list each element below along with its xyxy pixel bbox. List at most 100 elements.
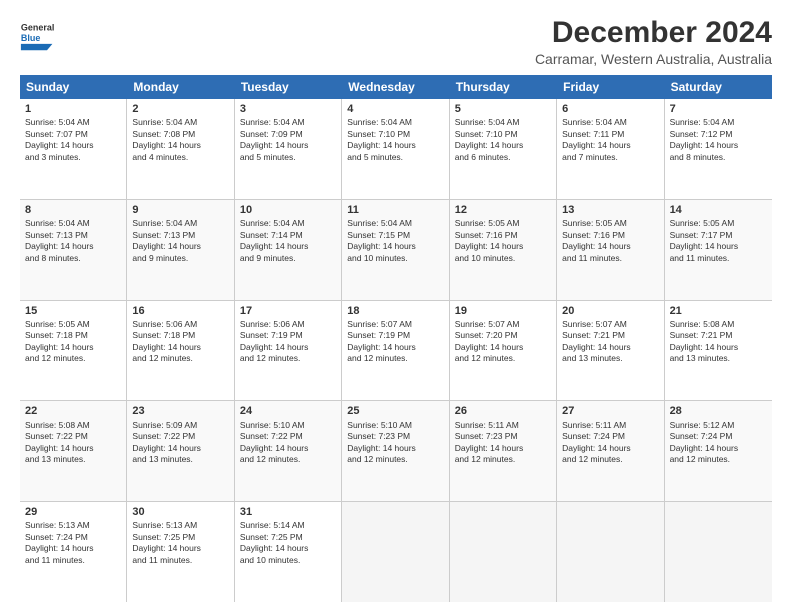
calendar-cell: 28 Sunrise: 5:12 AM Sunset: 7:24 PM Dayli… bbox=[665, 401, 772, 501]
day-number: 1 bbox=[25, 102, 121, 116]
cell-info: Sunrise: 5:04 AM Sunset: 7:10 PM Dayligh… bbox=[455, 117, 551, 163]
day-number: 5 bbox=[455, 102, 551, 116]
cell-info: Sunrise: 5:10 AM Sunset: 7:23 PM Dayligh… bbox=[347, 420, 443, 466]
header-monday: Monday bbox=[127, 75, 234, 99]
day-number: 26 bbox=[455, 404, 551, 418]
calendar-cell: 25 Sunrise: 5:10 AM Sunset: 7:23 PM Dayli… bbox=[342, 401, 449, 501]
header-saturday: Saturday bbox=[665, 75, 772, 99]
cell-info: Sunrise: 5:11 AM Sunset: 7:23 PM Dayligh… bbox=[455, 420, 551, 466]
cell-info: Sunrise: 5:04 AM Sunset: 7:07 PM Dayligh… bbox=[25, 117, 121, 163]
calendar-cell: 16Sunrise: 5:06 AM Sunset: 7:18 PM Dayli… bbox=[127, 301, 234, 401]
calendar-cell bbox=[665, 502, 772, 602]
day-number: 29 bbox=[25, 505, 121, 519]
cell-info: Sunrise: 5:05 AM Sunset: 7:16 PM Dayligh… bbox=[562, 218, 658, 264]
calendar-cell: 9Sunrise: 5:04 AM Sunset: 7:13 PM Daylig… bbox=[127, 200, 234, 300]
cell-info: Sunrise: 5:13 AM Sunset: 7:25 PM Dayligh… bbox=[132, 520, 228, 566]
calendar-cell: 31Sunrise: 5:14 AM Sunset: 7:25 PM Dayli… bbox=[235, 502, 342, 602]
day-number: 3 bbox=[240, 102, 336, 116]
day-number: 7 bbox=[670, 102, 767, 116]
calendar-cell: 22Sunrise: 5:08 AM Sunset: 7:22 PM Dayli… bbox=[20, 401, 127, 501]
calendar-cell: 10Sunrise: 5:04 AM Sunset: 7:14 PM Dayli… bbox=[235, 200, 342, 300]
day-number: 28 bbox=[670, 404, 767, 418]
logo: General Blue bbox=[20, 16, 56, 52]
header-sunday: Sunday bbox=[20, 75, 127, 99]
day-number: 12 bbox=[455, 203, 551, 217]
cell-info: Sunrise: 5:05 AM Sunset: 7:17 PM Dayligh… bbox=[670, 218, 767, 264]
calendar-cell: 23 Sunrise: 5:09 AM Sunset: 7:22 PM Dayli… bbox=[127, 401, 234, 501]
calendar-cell: 1Sunrise: 5:04 AM Sunset: 7:07 PM Daylig… bbox=[20, 99, 127, 199]
calendar-cell: 24 Sunrise: 5:10 AM Sunset: 7:22 PM Dayli… bbox=[235, 401, 342, 501]
svg-text:Blue: Blue bbox=[21, 33, 41, 43]
day-number: 19 bbox=[455, 304, 551, 318]
day-number: 2 bbox=[132, 102, 228, 116]
day-number: 30 bbox=[132, 505, 228, 519]
calendar-cell: 26 Sunrise: 5:11 AM Sunset: 7:23 PM Dayli… bbox=[450, 401, 557, 501]
calendar-row-1: 1Sunrise: 5:04 AM Sunset: 7:07 PM Daylig… bbox=[20, 99, 772, 200]
cell-info: Sunrise: 5:04 AM Sunset: 7:12 PM Dayligh… bbox=[670, 117, 767, 163]
header-tuesday: Tuesday bbox=[235, 75, 342, 99]
calendar-row-2: 8Sunrise: 5:04 AM Sunset: 7:13 PM Daylig… bbox=[20, 200, 772, 301]
calendar-cell: 29Sunrise: 5:13 AM Sunset: 7:24 PM Dayli… bbox=[20, 502, 127, 602]
calendar-cell: 8Sunrise: 5:04 AM Sunset: 7:13 PM Daylig… bbox=[20, 200, 127, 300]
cell-info: Sunrise: 5:05 AM Sunset: 7:18 PM Dayligh… bbox=[25, 319, 121, 365]
day-number: 27 bbox=[562, 404, 658, 418]
header: General Blue December 2024 Carramar, Wes… bbox=[20, 16, 772, 67]
calendar-cell: 20Sunrise: 5:07 AM Sunset: 7:21 PM Dayli… bbox=[557, 301, 664, 401]
cell-info: Sunrise: 5:04 AM Sunset: 7:14 PM Dayligh… bbox=[240, 218, 336, 264]
day-number: 8 bbox=[25, 203, 121, 217]
header-wednesday: Wednesday bbox=[342, 75, 449, 99]
calendar-cell: 2Sunrise: 5:04 AM Sunset: 7:08 PM Daylig… bbox=[127, 99, 234, 199]
main-title: December 2024 bbox=[535, 16, 772, 49]
cell-info: Sunrise: 5:04 AM Sunset: 7:08 PM Dayligh… bbox=[132, 117, 228, 163]
header-thursday: Thursday bbox=[450, 75, 557, 99]
calendar-cell: 18Sunrise: 5:07 AM Sunset: 7:19 PM Dayli… bbox=[342, 301, 449, 401]
calendar-cell: 7Sunrise: 5:04 AM Sunset: 7:12 PM Daylig… bbox=[665, 99, 772, 199]
cell-info: Sunrise: 5:04 AM Sunset: 7:10 PM Dayligh… bbox=[347, 117, 443, 163]
day-number: 18 bbox=[347, 304, 443, 318]
cell-info: Sunrise: 5:12 AM Sunset: 7:24 PM Dayligh… bbox=[670, 420, 767, 466]
day-number: 23 bbox=[132, 404, 228, 418]
page: General Blue December 2024 Carramar, Wes… bbox=[0, 0, 792, 612]
day-number: 25 bbox=[347, 404, 443, 418]
calendar-cell: 5Sunrise: 5:04 AM Sunset: 7:10 PM Daylig… bbox=[450, 99, 557, 199]
calendar-header: SundayMondayTuesdayWednesdayThursdayFrid… bbox=[20, 75, 772, 99]
calendar-row-4: 22Sunrise: 5:08 AM Sunset: 7:22 PM Dayli… bbox=[20, 401, 772, 502]
cell-info: Sunrise: 5:06 AM Sunset: 7:19 PM Dayligh… bbox=[240, 319, 336, 365]
cell-info: Sunrise: 5:04 AM Sunset: 7:15 PM Dayligh… bbox=[347, 218, 443, 264]
logo-icon: General Blue bbox=[20, 16, 56, 52]
calendar: SundayMondayTuesdayWednesdayThursdayFrid… bbox=[20, 75, 772, 602]
calendar-cell: 27Sunrise: 5:11 AM Sunset: 7:24 PM Dayli… bbox=[557, 401, 664, 501]
cell-info: Sunrise: 5:04 AM Sunset: 7:13 PM Dayligh… bbox=[132, 218, 228, 264]
day-number: 13 bbox=[562, 203, 658, 217]
cell-info: Sunrise: 5:14 AM Sunset: 7:25 PM Dayligh… bbox=[240, 520, 336, 566]
cell-info: Sunrise: 5:13 AM Sunset: 7:24 PM Dayligh… bbox=[25, 520, 121, 566]
cell-info: Sunrise: 5:05 AM Sunset: 7:16 PM Dayligh… bbox=[455, 218, 551, 264]
day-number: 20 bbox=[562, 304, 658, 318]
cell-info: Sunrise: 5:04 AM Sunset: 7:09 PM Dayligh… bbox=[240, 117, 336, 163]
day-number: 11 bbox=[347, 203, 443, 217]
cell-info: Sunrise: 5:06 AM Sunset: 7:18 PM Dayligh… bbox=[132, 319, 228, 365]
day-number: 31 bbox=[240, 505, 336, 519]
day-number: 16 bbox=[132, 304, 228, 318]
day-number: 22 bbox=[25, 404, 121, 418]
cell-info: Sunrise: 5:04 AM Sunset: 7:11 PM Dayligh… bbox=[562, 117, 658, 163]
cell-info: Sunrise: 5:10 AM Sunset: 7:22 PM Dayligh… bbox=[240, 420, 336, 466]
calendar-cell: 12Sunrise: 5:05 AM Sunset: 7:16 PM Dayli… bbox=[450, 200, 557, 300]
cell-info: Sunrise: 5:09 AM Sunset: 7:22 PM Dayligh… bbox=[132, 420, 228, 466]
cell-info: Sunrise: 5:04 AM Sunset: 7:13 PM Dayligh… bbox=[25, 218, 121, 264]
calendar-cell: 11Sunrise: 5:04 AM Sunset: 7:15 PM Dayli… bbox=[342, 200, 449, 300]
day-number: 10 bbox=[240, 203, 336, 217]
calendar-cell: 15Sunrise: 5:05 AM Sunset: 7:18 PM Dayli… bbox=[20, 301, 127, 401]
svg-text:General: General bbox=[21, 22, 55, 32]
day-number: 17 bbox=[240, 304, 336, 318]
calendar-cell: 4Sunrise: 5:04 AM Sunset: 7:10 PM Daylig… bbox=[342, 99, 449, 199]
calendar-cell: 6Sunrise: 5:04 AM Sunset: 7:11 PM Daylig… bbox=[557, 99, 664, 199]
title-block: December 2024 Carramar, Western Australi… bbox=[535, 16, 772, 67]
subtitle: Carramar, Western Australia, Australia bbox=[535, 51, 772, 67]
calendar-row-5: 29Sunrise: 5:13 AM Sunset: 7:24 PM Dayli… bbox=[20, 502, 772, 602]
calendar-cell: 17Sunrise: 5:06 AM Sunset: 7:19 PM Dayli… bbox=[235, 301, 342, 401]
calendar-row-3: 15Sunrise: 5:05 AM Sunset: 7:18 PM Dayli… bbox=[20, 301, 772, 402]
day-number: 21 bbox=[670, 304, 767, 318]
day-number: 24 bbox=[240, 404, 336, 418]
cell-info: Sunrise: 5:07 AM Sunset: 7:21 PM Dayligh… bbox=[562, 319, 658, 365]
